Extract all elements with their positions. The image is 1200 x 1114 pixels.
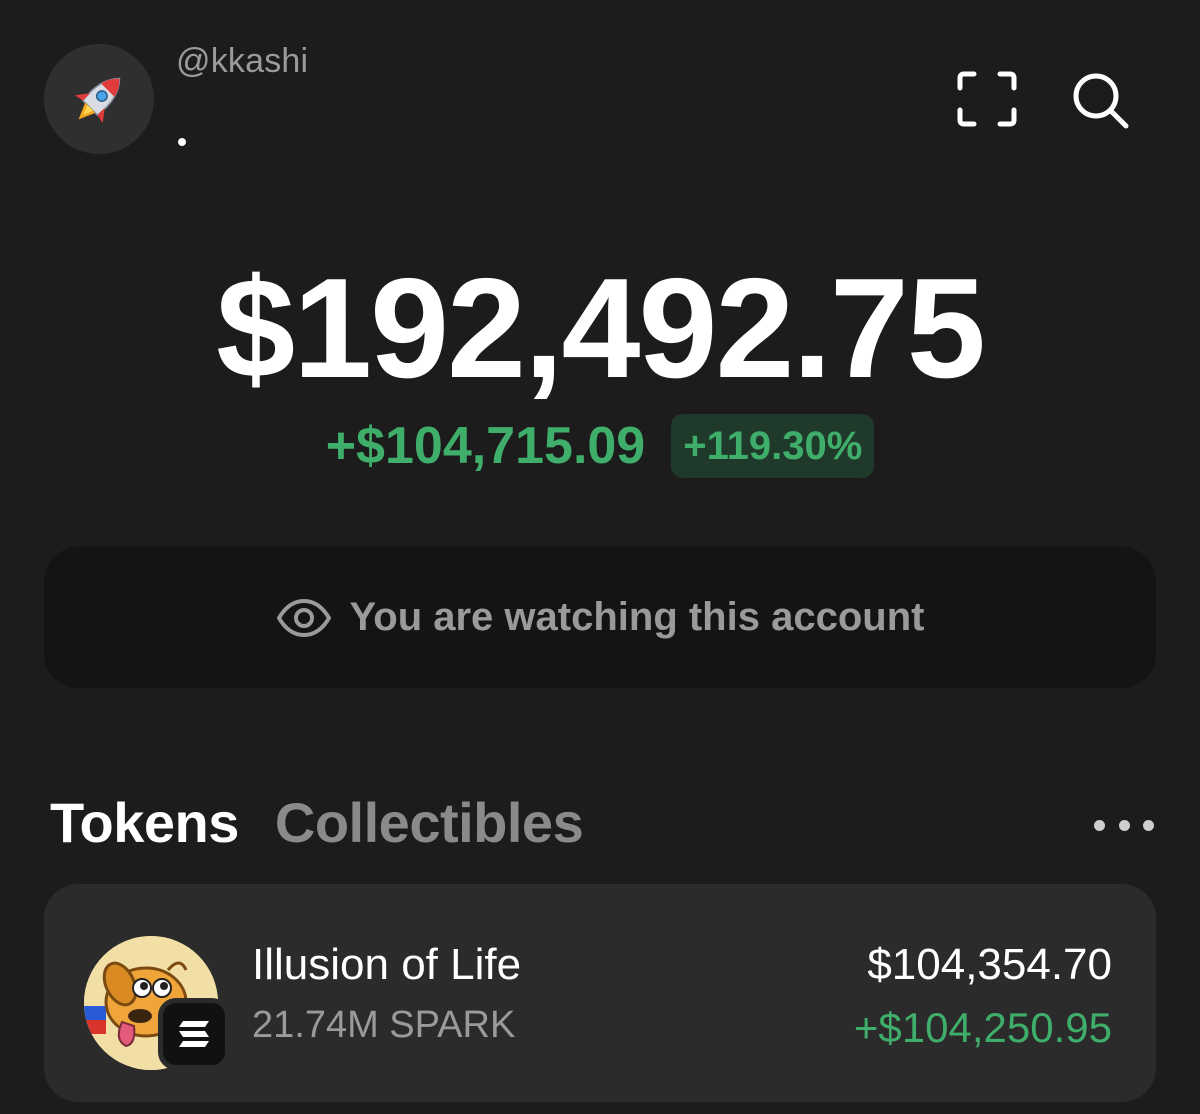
solana-icon [179,1021,209,1047]
total-balance: $192,492.75 [216,249,986,408]
token-amount: 21.74M SPARK [252,1004,516,1046]
watching-account-text: You are watching this account [349,595,925,639]
more-horizontal-icon [1094,819,1105,831]
avatar[interactable] [44,44,154,154]
more-options-button[interactable] [1094,808,1154,842]
wallet-screen: @kkashi $192,492.75 +$104,715.09 +119.30… [0,0,1200,1114]
scan-icon [957,71,1017,127]
search-icon [1073,73,1129,129]
rocket-icon [74,77,121,124]
scan-button[interactable] [956,70,1018,128]
asset-tabs: Tokens Collectibles [50,790,584,855]
token-name: Illusion of Life [252,940,522,989]
token-value: $104,354.70 [867,940,1112,989]
balance-change-row: +$104,715.09 +119.30% [0,414,1200,478]
chain-badge [158,998,230,1070]
more-dot [1143,819,1154,831]
token-change: +$104,250.95 [853,1004,1112,1051]
eye-icon [276,598,331,637]
token-row[interactable]: Illusion of Life 21.74M SPARK $104,354.7… [44,884,1156,1102]
status-dot [178,138,186,146]
search-button[interactable] [1070,70,1132,130]
tab-collectibles[interactable]: Collectibles [275,790,584,855]
tab-tokens[interactable]: Tokens [50,790,239,855]
more-dot [1118,819,1130,831]
balance-change-amount: +$104,715.09 [325,417,646,475]
username: @kkashi [176,42,309,80]
watching-account-banner: You are watching this account [44,547,1156,688]
balance-change-percent-badge: +119.30% [671,414,875,478]
